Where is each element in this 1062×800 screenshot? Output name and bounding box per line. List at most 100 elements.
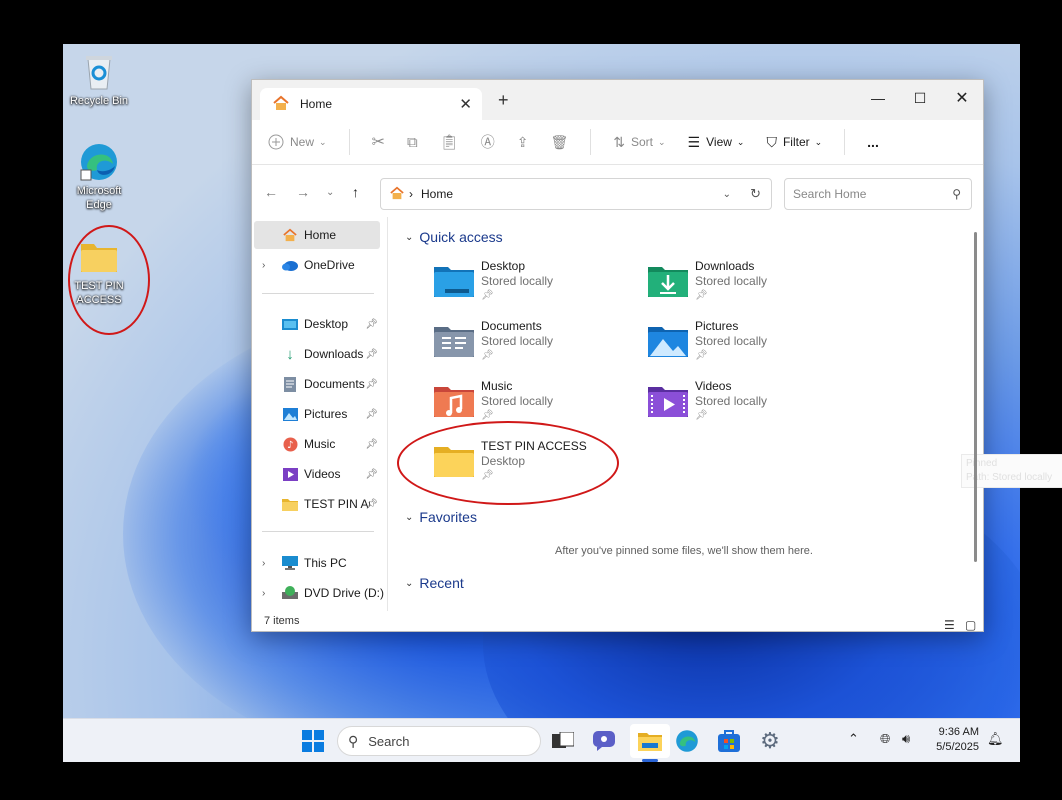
clock[interactable]: 9:36 AM 5/5/2025	[921, 725, 979, 755]
address-dropdown-icon[interactable]: ⌄	[723, 189, 731, 200]
sidebar-item-desktop[interactable]: Desktop 📌︎	[252, 310, 380, 338]
sidebar-item-pictures[interactable]: Pictures 📌︎	[252, 400, 380, 428]
paste-icon: 📋︎	[439, 134, 459, 151]
back-arrow-icon[interactable]: ←	[264, 184, 278, 200]
sidebar-item-music[interactable]: ♪ Music 📌︎	[252, 430, 380, 458]
delete-button[interactable]: 🗑︎	[550, 134, 568, 151]
folder-icon	[282, 496, 298, 512]
item-name: Downloads	[695, 259, 755, 273]
quick-access-item-downloads[interactable]: Downloads Stored locally 📌︎	[647, 259, 847, 317]
forward-arrow-icon[interactable]: →	[296, 184, 310, 200]
sidebar-item-home[interactable]: Home	[254, 221, 380, 249]
search-icon: ⚲	[348, 732, 359, 749]
cloud-icon	[282, 257, 298, 273]
sidebar-item-videos[interactable]: Videos 📌︎	[252, 460, 380, 488]
pictures-folder-icon	[648, 327, 688, 357]
item-name: Desktop	[481, 259, 526, 273]
filter-button[interactable]: ⛉ Filter ⌄	[766, 134, 822, 151]
sidebar-item-label: Home	[304, 228, 337, 242]
sidebar-item-downloads[interactable]: ↓ Downloads 📌︎	[252, 340, 380, 368]
breadcrumb-separator-icon: ›	[409, 187, 413, 201]
expand-chevron-icon[interactable]: ›	[262, 588, 265, 599]
sidebar-item-label: Pictures	[304, 407, 348, 421]
refresh-icon[interactable]: ↻	[750, 186, 761, 202]
file-explorer-taskbar-button[interactable]	[636, 727, 664, 755]
close-window-button[interactable]: ✕	[941, 84, 983, 112]
new-tab-button[interactable]: +	[498, 90, 509, 111]
breadcrumb-home[interactable]: Home	[421, 187, 453, 201]
item-name: Documents	[481, 319, 542, 333]
notification-bell-icon[interactable]: 🔔︎	[987, 731, 1004, 747]
quick-access-item-pictures[interactable]: Pictures Stored locally 📌︎	[647, 319, 847, 377]
pin-icon: 📌︎	[695, 290, 708, 301]
annotation-circle	[68, 225, 150, 335]
task-view-button[interactable]	[549, 727, 577, 755]
recent-locations-chevron-icon[interactable]: ⌄	[326, 187, 334, 198]
quick-access-item-videos[interactable]: Videos Stored locally 📌︎	[647, 379, 847, 437]
sidebar-item-label: TEST PIN ACCESS	[304, 497, 370, 511]
store-taskbar-button[interactable]	[715, 727, 743, 755]
tiles-view-icon[interactable]: ▢	[965, 615, 976, 635]
tab-title: Home	[300, 97, 333, 111]
annotation-circle	[397, 421, 619, 505]
edge-taskbar-button[interactable]	[673, 727, 701, 755]
content-pane: ⌄ Quick access Desktop Stored locally 📌︎…	[395, 217, 1062, 611]
start-button[interactable]	[299, 727, 327, 755]
quick-access-item-desktop[interactable]: Desktop Stored locally 📌︎	[433, 259, 633, 317]
network-icon[interactable]: 🌐︎	[880, 731, 890, 747]
maximize-button[interactable]: ☐	[899, 84, 941, 112]
clock-date: 5/5/2025	[936, 741, 979, 753]
toolbar-divider	[348, 129, 350, 155]
sidebar-item-onedrive[interactable]: › OneDrive	[252, 251, 380, 279]
cut-button[interactable]: ✂	[372, 132, 385, 152]
paste-button[interactable]: 📋︎	[440, 133, 459, 151]
view-button[interactable]: ☰ View ⌄	[688, 134, 745, 151]
favorites-empty-message: After you've pinned some files, we'll sh…	[555, 545, 813, 557]
taskbar-search[interactable]: ⚲ Search	[337, 726, 541, 756]
section-quick-access[interactable]: ⌄ Quick access	[405, 229, 503, 245]
view-icon: ☰	[687, 133, 701, 150]
sort-label: Sort	[630, 135, 653, 149]
more-options-button[interactable]: ...	[867, 134, 879, 150]
sidebar-item-this-pc[interactable]: › This PC	[252, 549, 380, 577]
quick-access-item-documents[interactable]: Documents Stored locally 📌︎	[433, 319, 633, 377]
active-app-indicator	[642, 759, 658, 762]
music-folder-icon	[434, 387, 474, 417]
section-recent[interactable]: ⌄ Recent	[405, 575, 464, 591]
show-hidden-icons-chevron-icon[interactable]: ⌃	[848, 731, 859, 747]
sidebar-item-test-pin-access[interactable]: TEST PIN ACCESS 📌︎	[252, 490, 380, 518]
desktop-folder-icon	[434, 267, 474, 297]
up-arrow-icon[interactable]: ↑	[352, 184, 359, 200]
sidebar-item-documents[interactable]: Documents 📌︎	[252, 370, 380, 398]
close-tab-icon[interactable]: ✕	[459, 95, 472, 113]
share-button[interactable]: ⇪	[517, 134, 529, 151]
content-scrollbar[interactable]	[974, 232, 977, 562]
rename-button[interactable]: Ⓐ	[481, 132, 495, 152]
navigation-bar: ← → ⌄ ↑ › Home ⌄ ↻ Search Home ⚲	[252, 165, 983, 217]
expand-chevron-icon[interactable]: ›	[262, 260, 265, 271]
item-name: Videos	[695, 379, 732, 393]
minimize-button[interactable]: —	[857, 84, 899, 112]
chat-button[interactable]	[590, 727, 618, 755]
new-button[interactable]: New ⌄	[268, 134, 327, 150]
desktop-icon-edge[interactable]: Microsoft Edge	[63, 142, 135, 212]
collapse-chevron-icon: ⌄	[405, 511, 414, 523]
settings-taskbar-button[interactable]: ⚙	[756, 727, 784, 755]
desktop-icon	[282, 316, 298, 332]
search-input[interactable]: Search Home ⚲	[784, 178, 972, 210]
copy-button[interactable]: ⧉	[407, 134, 418, 151]
tab-home[interactable]: Home ✕	[260, 88, 482, 120]
expand-chevron-icon[interactable]: ›	[262, 558, 265, 569]
sidebar-item-dvd-drive[interactable]: › DVD Drive (D:) C	[252, 579, 387, 607]
desktop-icon-recycle-bin[interactable]: Recycle Bin	[63, 52, 135, 108]
pin-icon: 📌︎	[481, 290, 494, 301]
details-view-icon[interactable]: ☰	[944, 615, 955, 635]
sort-button[interactable]: ⇅ Sort ⌄	[613, 134, 665, 151]
address-bar[interactable]: › Home ⌄ ↻	[380, 178, 772, 210]
share-icon: ⇪	[516, 133, 529, 150]
section-favorites[interactable]: ⌄ Favorites	[405, 509, 477, 525]
computer-icon	[282, 555, 298, 571]
pin-icon: 📌︎	[365, 438, 378, 450]
edge-icon	[676, 730, 698, 752]
volume-icon[interactable]: 🔊︎	[902, 731, 910, 747]
